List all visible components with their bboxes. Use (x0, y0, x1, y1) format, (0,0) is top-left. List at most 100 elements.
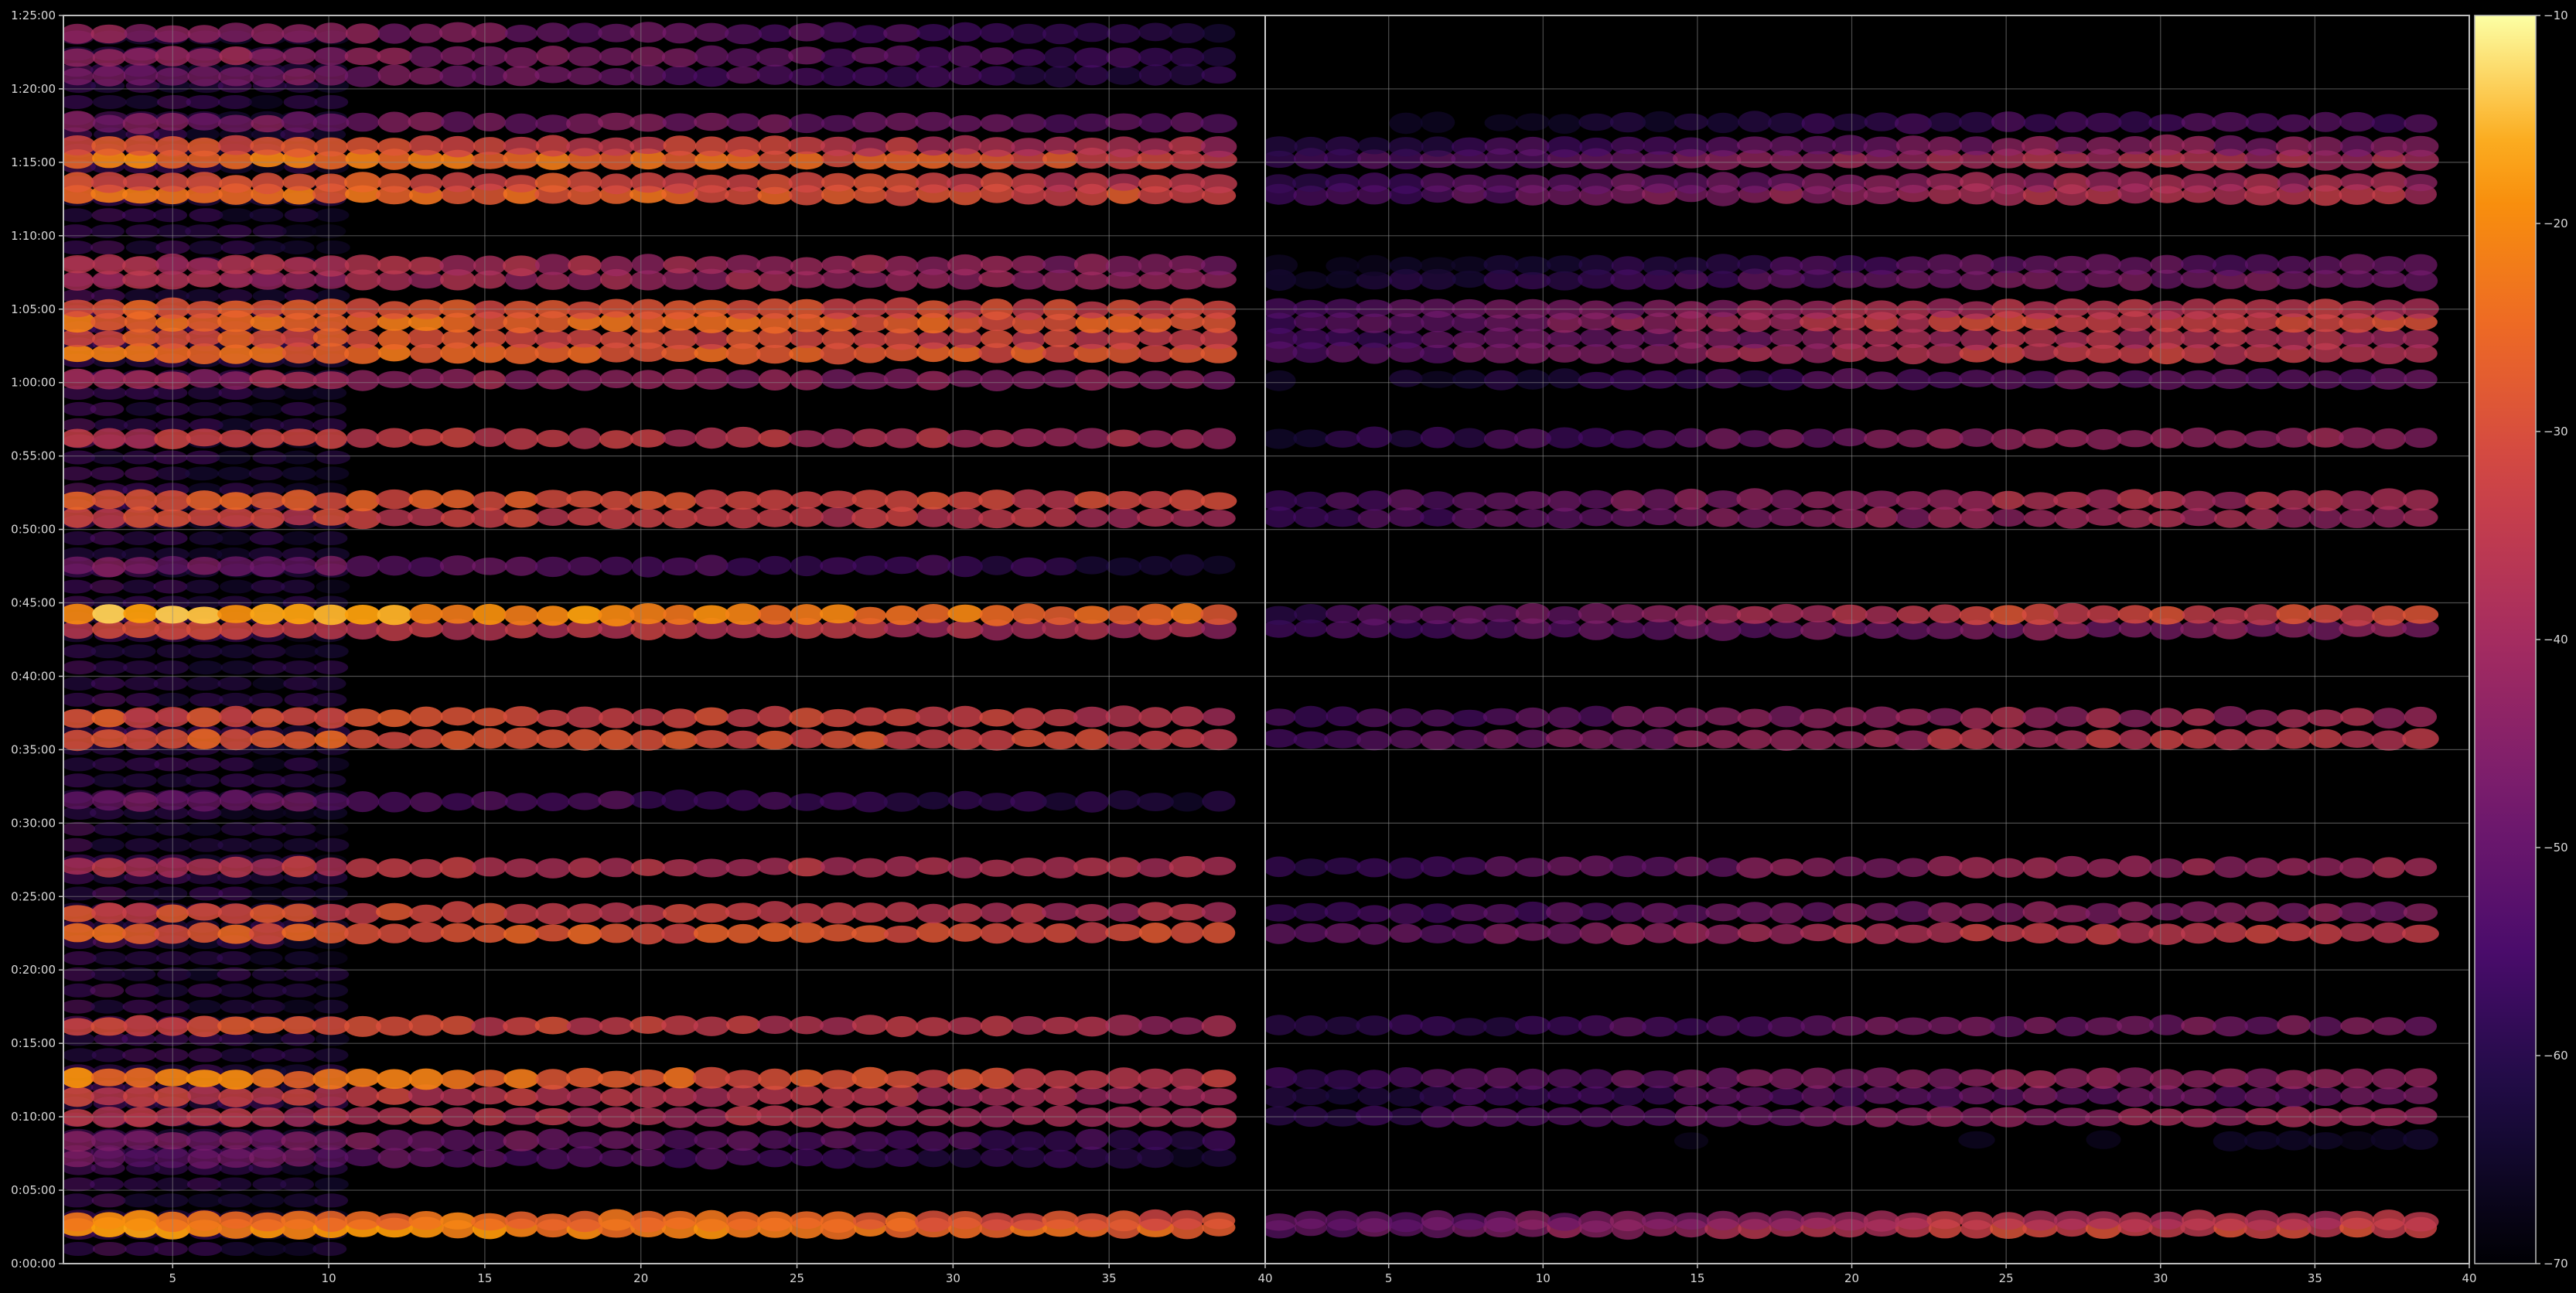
heat-cell (251, 757, 286, 772)
heat-cell (789, 708, 824, 728)
heat-cell (473, 924, 507, 943)
heat-cell (1483, 429, 1519, 449)
heat-cell (2372, 256, 2406, 275)
heat-cell (251, 172, 285, 195)
heat-cell (1294, 923, 1328, 943)
heat-cell (567, 301, 602, 319)
heat-cell (377, 255, 412, 275)
heat-cell (884, 297, 920, 319)
heat-cell (63, 344, 94, 363)
heat-cell (1170, 602, 1204, 625)
heat-cell (346, 112, 380, 132)
heat-cell (1265, 1067, 1298, 1088)
heat-cell (2244, 857, 2280, 878)
heat-cell (2245, 113, 2279, 133)
heat-cell (599, 858, 634, 878)
heat-cell (567, 606, 602, 624)
heat-cell (473, 300, 507, 319)
heat-cell (1738, 1212, 1772, 1230)
heat-cell (2117, 299, 2153, 317)
heat-cell (1895, 901, 1932, 923)
heat-cell (629, 114, 667, 132)
heat-cell (1356, 299, 1393, 318)
heat-cell (1896, 429, 1930, 448)
heat-cell (1864, 300, 1899, 320)
heat-cell (599, 330, 633, 349)
heat-cell (1863, 1067, 1900, 1088)
heat-cell (1138, 22, 1172, 42)
heat-cell (377, 605, 412, 626)
heat-cell (93, 821, 128, 836)
heat-cell (2339, 1210, 2375, 1230)
heat-cell (63, 677, 96, 691)
heat-cell (1705, 368, 1741, 389)
heat-cell (186, 48, 223, 67)
heat-cell (567, 508, 602, 526)
heat-cell (408, 67, 444, 85)
heat-cell (249, 531, 284, 545)
heat-cell (2339, 427, 2376, 449)
heat-cell (186, 490, 223, 510)
heat-cell (1452, 508, 1487, 529)
heat-cell (90, 1017, 128, 1036)
heat-cell (503, 858, 539, 878)
heat-cell (1201, 856, 1237, 875)
heat-cell (694, 507, 729, 527)
heat-cell (2086, 136, 2121, 155)
heat-cell (1673, 904, 1710, 923)
heat-cell (376, 1129, 413, 1151)
heat-cell (1293, 858, 1329, 877)
heat-cell (219, 429, 253, 448)
heat-cell (1357, 1087, 1391, 1106)
heat-cell (536, 429, 570, 448)
heat-cell (630, 172, 666, 193)
heat-cell (217, 1193, 252, 1208)
heat-cell (90, 24, 128, 44)
heat-cell (217, 677, 252, 691)
heat-cell (1421, 1209, 1455, 1231)
heat-cell (218, 983, 253, 998)
heat-cell (567, 1210, 602, 1233)
heat-cell (376, 1016, 413, 1036)
heat-cell (599, 1131, 634, 1149)
heat-cell (1863, 490, 1900, 508)
heat-cell (251, 708, 285, 728)
heat-cell (852, 25, 888, 44)
heat-cell (536, 793, 570, 811)
y-tick-label: 0:50:00 (11, 523, 56, 537)
heat-cell (883, 24, 920, 43)
heat-cell (2308, 1108, 2342, 1127)
heat-cell (1324, 299, 1361, 319)
heat-cell (123, 1015, 159, 1037)
heat-cell (851, 507, 889, 529)
heat-cell (409, 603, 443, 624)
x-tick-label: 20 (1844, 1271, 1859, 1285)
heat-cell (217, 329, 254, 349)
heat-cell (820, 1070, 857, 1090)
heat-cell (281, 923, 317, 941)
heat-cell (1482, 708, 1520, 725)
heat-cell (63, 23, 94, 44)
heat-cell (377, 370, 412, 388)
heat-cell (91, 1048, 126, 1063)
heat-cell (629, 790, 667, 809)
heat-cell (1326, 257, 1360, 275)
heat-cell (694, 112, 729, 131)
heat-cell (376, 1213, 413, 1230)
heat-cell (1201, 902, 1237, 923)
heat-cell (439, 555, 476, 576)
heat-cell (536, 729, 570, 749)
heat-cell (629, 729, 667, 751)
heat-cell (1202, 790, 1236, 812)
heat-cell (947, 620, 984, 639)
heat-cell (63, 450, 95, 465)
heat-cell (2086, 428, 2121, 450)
y-tick-label: 0:20:00 (11, 963, 56, 977)
heat-cell (1926, 1086, 1964, 1108)
heat-cell (1012, 370, 1046, 390)
heat-cell (123, 1086, 159, 1107)
heat-cell (758, 605, 792, 625)
heat-cell (1293, 271, 1329, 289)
heat-cell (536, 135, 570, 157)
heat-cell (1043, 66, 1077, 88)
